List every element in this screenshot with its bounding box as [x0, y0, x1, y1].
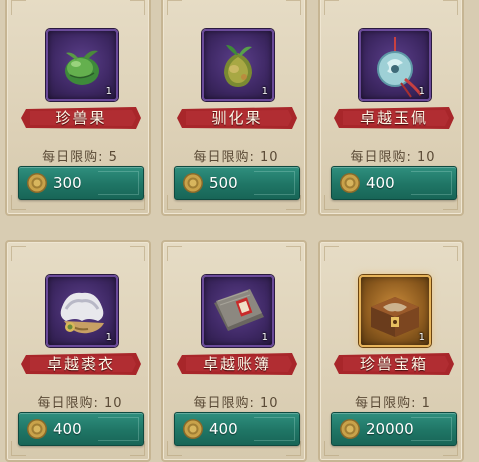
- item-quantity: 1: [105, 332, 112, 343]
- item-price: 500: [209, 174, 238, 192]
- item-quantity: 1: [105, 86, 112, 97]
- coin-icon: [183, 419, 203, 439]
- buy-button[interactable]: 400: [174, 412, 300, 446]
- daily-limit-text: 每日限购: 10: [193, 396, 279, 411]
- coin-icon: [27, 419, 47, 439]
- item-name-ribbon: 卓越玉佩: [333, 105, 455, 131]
- item-name-ribbon: 珍兽宝箱: [333, 351, 455, 377]
- item-price: 300: [53, 174, 82, 192]
- shop-item-card[interactable]: 1 驯化果 每日限购: 10 500: [161, 0, 307, 216]
- green-fruit-icon[interactable]: 1: [46, 29, 118, 101]
- item-quantity: 1: [261, 332, 268, 343]
- item-name-ribbon: 卓越账簿: [176, 351, 298, 377]
- item-name: 卓越裘衣: [46, 355, 115, 373]
- shop-item-card[interactable]: 1 卓越账簿 每日限购: 10 400: [161, 240, 307, 462]
- jade-pendant-icon[interactable]: 1: [359, 29, 431, 101]
- item-quantity: 1: [261, 86, 268, 97]
- buy-button[interactable]: 400: [18, 412, 144, 446]
- daily-limit-text: 每日限购: 1: [355, 396, 431, 411]
- item-name: 珍兽果: [55, 109, 107, 127]
- item-name: 驯化果: [211, 109, 263, 127]
- item-name-ribbon: 珍兽果: [20, 105, 142, 131]
- item-name: 卓越玉佩: [359, 109, 428, 127]
- item-name-ribbon: 卓越裘衣: [20, 351, 142, 377]
- buy-button[interactable]: 400: [331, 166, 457, 200]
- item-price: 400: [366, 174, 395, 192]
- daily-limit-text: 每日限购: 10: [350, 150, 436, 165]
- coin-icon: [183, 173, 203, 193]
- item-name: 珍兽宝箱: [359, 355, 428, 373]
- daily-limit-text: 每日限购: 10: [37, 396, 123, 411]
- coin-icon: [340, 173, 360, 193]
- shop-item-card[interactable]: 1 珍兽果 每日限购: 5 300: [5, 0, 151, 216]
- buy-button[interactable]: 500: [174, 166, 300, 200]
- coin-icon: [27, 173, 47, 193]
- ledger-book-icon[interactable]: 1: [202, 275, 274, 347]
- coin-icon: [340, 419, 360, 439]
- sprout-fruit-icon[interactable]: 1: [202, 29, 274, 101]
- item-name-ribbon: 驯化果: [176, 105, 298, 131]
- item-quantity: 1: [418, 86, 425, 97]
- buy-button[interactable]: 20000: [331, 412, 457, 446]
- item-price: 400: [53, 420, 82, 438]
- item-price: 20000: [366, 420, 414, 438]
- fur-coat-icon[interactable]: 1: [46, 275, 118, 347]
- item-name: 卓越账簿: [202, 355, 271, 373]
- treasure-chest-icon[interactable]: 1: [359, 275, 431, 347]
- daily-limit-text: 每日限购: 5: [42, 150, 118, 165]
- shop-item-card[interactable]: 1 珍兽宝箱 每日限购: 1 20000: [318, 240, 464, 462]
- buy-button[interactable]: 300: [18, 166, 144, 200]
- item-quantity: 1: [418, 332, 425, 343]
- shop-grid: 1 珍兽果 每日限购: 5 300 1 驯化果 每日限购: 10 500 1 卓…: [0, 0, 479, 462]
- item-price: 400: [209, 420, 238, 438]
- shop-item-card[interactable]: 1 卓越玉佩 每日限购: 10 400: [318, 0, 464, 216]
- shop-item-card[interactable]: 1 卓越裘衣 每日限购: 10 400: [5, 240, 151, 462]
- daily-limit-text: 每日限购: 10: [193, 150, 279, 165]
